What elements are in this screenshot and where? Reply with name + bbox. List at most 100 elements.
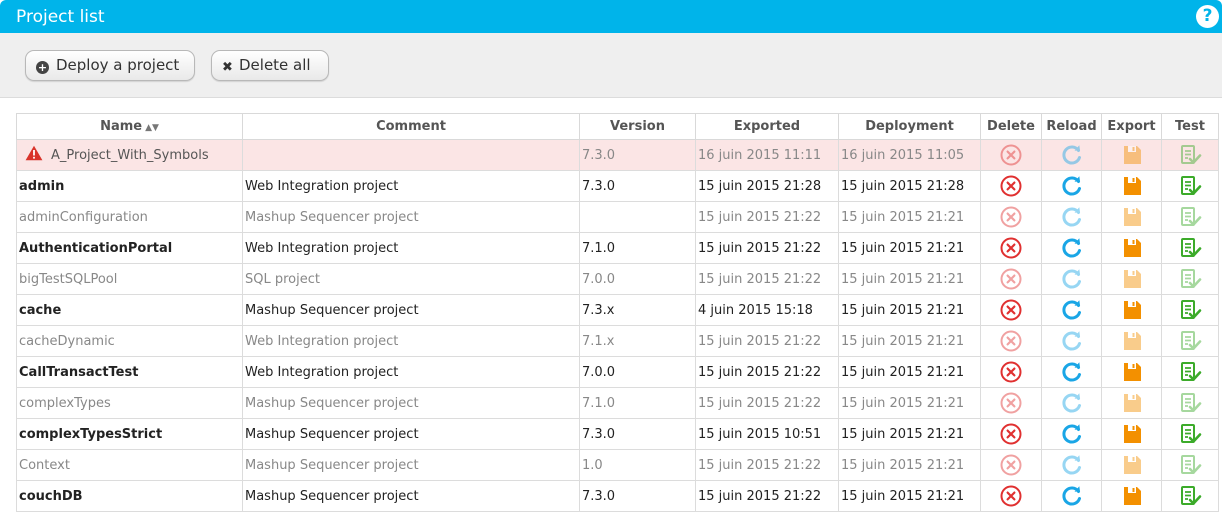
project-name-cell[interactable]: cache <box>16 294 243 326</box>
table-row[interactable]: A_Project_With_Symbols 7.3.0 16 juin 2015 … <box>16 139 1219 171</box>
project-name-cell[interactable]: couchDB <box>16 480 243 512</box>
test-checklist-icon[interactable] <box>1178 238 1202 257</box>
project-name-cell[interactable]: CallTransactTest <box>16 356 243 388</box>
test-checklist-icon[interactable] <box>1178 331 1202 350</box>
reload-icon[interactable] <box>1060 238 1084 258</box>
project-name-cell[interactable]: complexTypesStrict <box>16 418 243 450</box>
project-name-cell[interactable]: A_Project_With_Symbols <box>16 139 243 171</box>
project-exported-date: 15 juin 2015 21:22 <box>695 325 839 357</box>
warning-icon <box>25 145 43 165</box>
column-header-version[interactable]: Version <box>579 113 696 140</box>
test-checklist-icon[interactable] <box>1178 207 1202 226</box>
delete-cell <box>980 387 1042 419</box>
table-row[interactable]: cacheDynamic Web Integration project 7.1.x… <box>16 325 1219 357</box>
export-cell <box>1101 387 1162 419</box>
project-deployment-date: 15 juin 2015 21:21 <box>838 418 981 450</box>
test-cell <box>1161 325 1219 357</box>
project-name-cell[interactable]: cacheDynamic <box>16 325 243 357</box>
reload-icon[interactable] <box>1060 331 1084 351</box>
project-name-cell[interactable]: adminConfiguration <box>16 201 243 233</box>
table-row[interactable]: couchDB Mashup Sequencer project 7.3.0 15 j… <box>16 480 1219 512</box>
delete-icon[interactable] <box>999 485 1023 507</box>
reload-icon[interactable] <box>1060 362 1084 382</box>
delete-icon[interactable] <box>999 454 1023 476</box>
save-icon[interactable] <box>1120 177 1144 195</box>
column-header-exported[interactable]: Exported <box>695 113 839 140</box>
table-row[interactable]: Context Mashup Sequencer project 1.0 15 jui… <box>16 449 1219 481</box>
reload-icon[interactable] <box>1060 207 1084 227</box>
reload-icon[interactable] <box>1060 300 1084 320</box>
delete-icon[interactable] <box>999 392 1023 414</box>
help-icon[interactable]: ? <box>1196 5 1219 28</box>
project-name-cell[interactable]: Context <box>16 449 243 481</box>
reload-cell <box>1041 263 1102 295</box>
reload-icon[interactable] <box>1060 424 1084 444</box>
reload-icon[interactable] <box>1060 269 1084 289</box>
delete-icon[interactable] <box>999 144 1023 166</box>
table-row[interactable]: CallTransactTest Web Integration project 7… <box>16 356 1219 388</box>
export-cell <box>1101 232 1162 264</box>
test-checklist-icon[interactable] <box>1178 145 1202 164</box>
column-header-comment[interactable]: Comment <box>242 113 580 140</box>
delete-icon[interactable] <box>999 361 1023 383</box>
delete-icon[interactable] <box>999 206 1023 228</box>
test-checklist-icon[interactable] <box>1178 269 1202 288</box>
project-name-cell[interactable]: complexTypes <box>16 387 243 419</box>
test-checklist-icon[interactable] <box>1178 362 1202 381</box>
project-name-cell[interactable]: admin <box>16 170 243 202</box>
table-row[interactable]: bigTestSQLPool SQL project 7.0.0 15 juin 20… <box>16 263 1219 295</box>
deploy-project-button[interactable]: + Deploy a project <box>25 50 195 81</box>
save-icon[interactable] <box>1120 270 1144 288</box>
test-cell <box>1161 480 1219 512</box>
test-checklist-icon[interactable] <box>1178 393 1202 412</box>
delete-icon[interactable] <box>999 330 1023 352</box>
save-icon[interactable] <box>1120 456 1144 474</box>
save-icon[interactable] <box>1120 363 1144 381</box>
test-checklist-icon[interactable] <box>1178 176 1202 195</box>
save-icon[interactable] <box>1120 394 1144 412</box>
delete-icon[interactable] <box>999 268 1023 290</box>
test-checklist-icon[interactable] <box>1178 486 1202 505</box>
table-row[interactable]: complexTypes Mashup Sequencer project 7.1.… <box>16 387 1219 419</box>
project-name-cell[interactable]: AuthenticationPortal <box>16 232 243 264</box>
column-header-export: Export <box>1101 113 1162 140</box>
save-icon[interactable] <box>1120 239 1144 257</box>
export-cell <box>1101 170 1162 202</box>
delete-all-button[interactable]: ✖ Delete all <box>211 50 329 81</box>
table-row[interactable]: adminConfiguration Mashup Sequencer proje… <box>16 201 1219 233</box>
project-name-cell[interactable]: bigTestSQLPool <box>16 263 243 295</box>
delete-cell <box>980 449 1042 481</box>
save-icon[interactable] <box>1120 332 1144 350</box>
save-icon[interactable] <box>1120 301 1144 319</box>
save-icon[interactable] <box>1120 146 1144 164</box>
table-row[interactable]: complexTypesStrict Mashup Sequencer proje… <box>16 418 1219 450</box>
save-icon[interactable] <box>1120 425 1144 443</box>
reload-icon[interactable] <box>1060 176 1084 196</box>
save-icon[interactable] <box>1120 208 1144 226</box>
reload-icon[interactable] <box>1060 455 1084 475</box>
reload-cell <box>1041 418 1102 450</box>
table-row[interactable]: cache Mashup Sequencer project 7.3.x 4 juin… <box>16 294 1219 326</box>
test-checklist-icon[interactable] <box>1178 300 1202 319</box>
reload-icon[interactable] <box>1060 145 1084 165</box>
table-row[interactable]: admin Web Integration project 7.3.0 15 juin… <box>16 170 1219 202</box>
project-deployment-date: 15 juin 2015 21:21 <box>838 263 981 295</box>
project-comment: SQL project <box>242 263 580 295</box>
delete-icon[interactable] <box>999 237 1023 259</box>
project-version: 7.1.0 <box>579 387 696 419</box>
save-icon[interactable] <box>1120 487 1144 505</box>
test-checklist-icon[interactable] <box>1178 424 1202 443</box>
project-name: A_Project_With_Symbols <box>51 148 209 163</box>
project-comment: Mashup Sequencer project <box>242 294 580 326</box>
test-checklist-icon[interactable] <box>1178 455 1202 474</box>
column-header-deployment[interactable]: Deployment <box>838 113 981 140</box>
reload-icon[interactable] <box>1060 393 1084 413</box>
table-row[interactable]: AuthenticationPortal Web Integration proj… <box>16 232 1219 264</box>
export-cell <box>1101 418 1162 450</box>
reload-icon[interactable] <box>1060 486 1084 506</box>
delete-icon[interactable] <box>999 175 1023 197</box>
delete-icon[interactable] <box>999 423 1023 445</box>
column-header-name[interactable]: Name ▲▼ <box>16 113 243 140</box>
delete-icon[interactable] <box>999 299 1023 321</box>
delete-cell <box>980 139 1042 171</box>
